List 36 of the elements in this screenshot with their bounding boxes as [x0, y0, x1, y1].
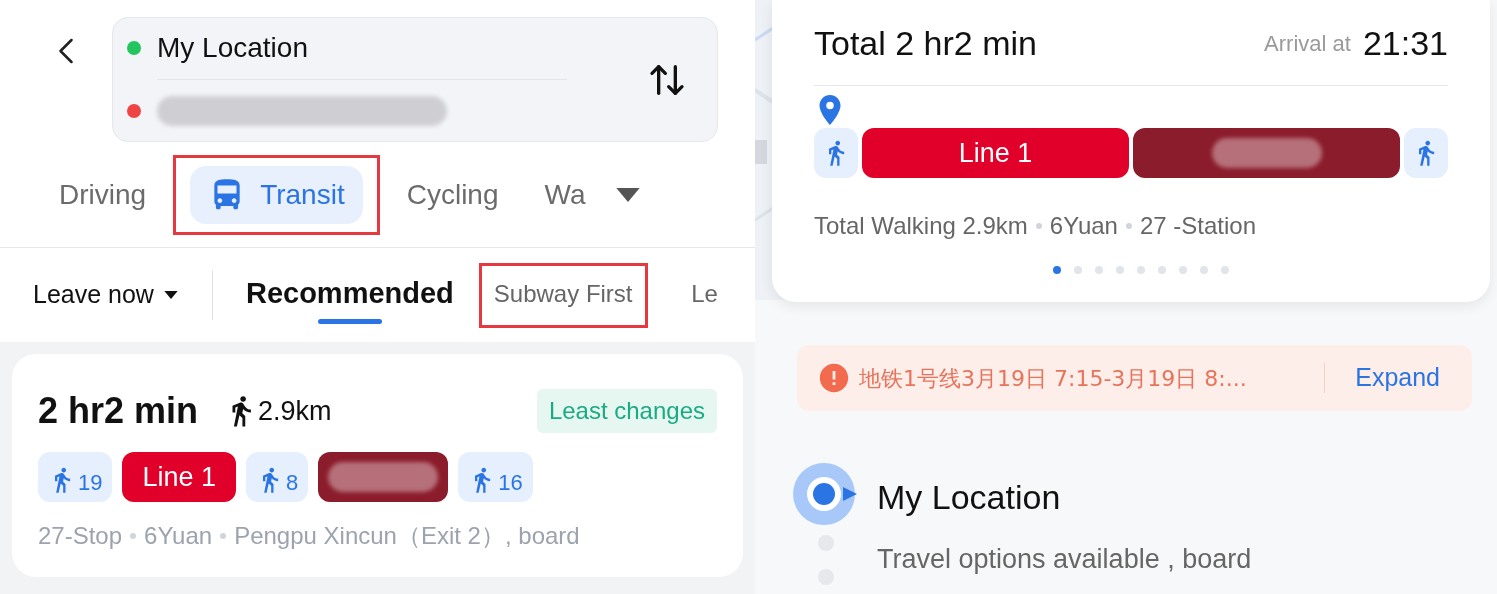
walking-distance: 2.9km — [258, 394, 332, 428]
route-duration: 2 hr2 min — [38, 389, 199, 433]
route-tag: Least changes — [536, 389, 717, 433]
origin-field[interactable]: My Location — [157, 27, 308, 69]
more-modes-icon — [616, 188, 641, 202]
mode-tab[interactable]: Driving — [57, 166, 149, 224]
summary-text: 6Yuan — [144, 521, 213, 551]
summary-text: 6Yuan — [1049, 211, 1118, 241]
warning-icon — [817, 361, 851, 395]
mode-tab[interactable]: Wa — [542, 166, 588, 224]
summary-text: 27 -Station — [1139, 211, 1256, 241]
destination-field[interactable] — [157, 96, 447, 126]
sort-tab[interactable]: Subway First — [483, 269, 643, 321]
alert-text: 地铁1号线3月19日 7:15-3月19日 8:... — [859, 364, 1247, 393]
summary-text: Pengpu Xincun（Exit 2）, board — [234, 521, 580, 551]
current-location-icon — [793, 463, 859, 525]
leave-time-dropdown[interactable]: Leave now — [33, 276, 178, 314]
walk-minutes: 8 — [286, 472, 299, 494]
walk-minutes: 16 — [498, 472, 523, 494]
line-chip: Line 1 — [122, 452, 237, 502]
step-note: Travel options available , board — [877, 543, 1252, 576]
mode-tab[interactable]: Cycling — [404, 166, 501, 224]
arrival-label: Arrival at — [1264, 30, 1351, 58]
line-chip: Line 1 — [862, 128, 1129, 178]
sort-tab[interactable]: Recommended — [235, 265, 464, 325]
step-title: My Location — [877, 477, 1062, 518]
route-card[interactable]: 2 hr2 min 2.9km Least changes 19 Line 1 8 16 27-Stop 6Yuan Pengpu Xincun（Exit 2）, board — [12, 354, 743, 577]
total-duration: Total 2 hr2 min — [814, 23, 1037, 64]
dropdown-caret-icon — [163, 291, 178, 299]
summary-text: Total Walking 2.9km — [814, 211, 1028, 241]
summary-text: 27-Stop — [38, 521, 123, 551]
expand-link[interactable]: Expand — [1355, 359, 1440, 397]
walk-minutes: 19 — [78, 472, 103, 494]
arrival-time: 21:31 — [1362, 23, 1448, 64]
sort-tab[interactable]: Le — [662, 269, 747, 321]
mode-tab[interactable]: Transit — [190, 166, 363, 224]
